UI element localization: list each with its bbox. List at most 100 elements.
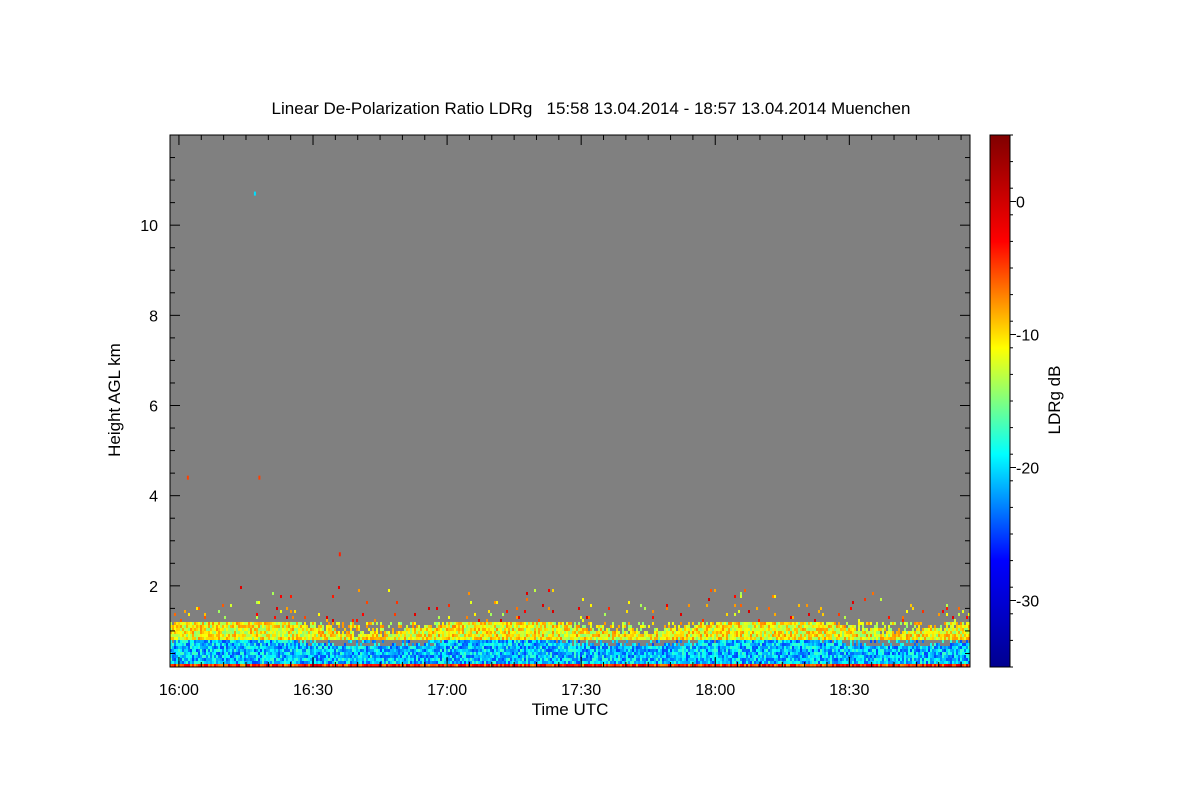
heatmap-cell [332,652,334,655]
heatmap-cell [300,622,302,625]
heatmap-cell [252,643,254,646]
heatmap-cell [736,649,738,652]
heatmap-cell [266,643,268,646]
heatmap-cell [468,625,470,628]
heatmap-cell [552,661,554,664]
heatmap-cell [824,649,826,652]
heatmap-cell [248,652,250,655]
heatmap-cell [194,622,196,625]
heatmap-cell [616,652,618,655]
heatmap-cell [238,637,240,640]
heatmap-cell [616,628,618,631]
heatmap-cell [454,628,456,631]
heatmap-cell [334,655,336,658]
heatmap-cell [608,655,610,658]
heatmap-cell [422,631,424,634]
heatmap-cell [288,646,290,649]
heatmap-cell [316,631,318,634]
heatmap-cell [800,655,802,658]
heatmap-cell [388,589,390,592]
heatmap-cell [514,646,516,649]
heatmap-cell [574,640,576,643]
heatmap-cell [266,628,268,631]
heatmap-cell [570,637,572,640]
heatmap-cell [876,652,878,655]
heatmap-cell [878,655,880,658]
heatmap-cell [868,637,870,640]
heatmap-cell [426,631,428,634]
heatmap-cell [850,661,852,664]
heatmap-cell [200,652,202,655]
heatmap-cell [750,622,752,625]
heatmap-cell [362,658,364,661]
heatmap-cell [386,634,388,637]
heatmap-cell [502,625,504,628]
heatmap-cell [356,628,358,631]
heatmap-cell [592,628,594,631]
heatmap-cell [620,661,622,664]
heatmap-cell [462,631,464,634]
heatmap-cell [224,622,226,625]
heatmap-cell [656,658,658,661]
heatmap-cell [236,634,238,637]
heatmap-cell [722,625,724,628]
heatmap-cell [796,628,798,631]
heatmap-cell [550,649,552,652]
heatmap-cell [466,658,468,661]
heatmap-cell [696,628,698,631]
heatmap-cell [874,634,876,637]
heatmap-cell [636,634,638,637]
heatmap-cell [256,631,258,634]
heatmap-cell [476,622,478,625]
heatmap-cell [532,646,534,649]
heatmap-cell [360,658,362,661]
heatmap-cell [762,631,764,634]
heatmap-cell [608,649,610,652]
heatmap-cell [208,634,210,637]
heatmap-cell [406,631,408,634]
heatmap-cell [452,649,454,652]
heatmap-cell [826,631,828,634]
heatmap-cell [688,661,690,664]
heatmap-cell [762,637,764,640]
heatmap-cell [556,628,558,631]
heatmap-cell [570,628,572,631]
heatmap-cell [502,655,504,658]
heatmap-cell [844,649,846,652]
heatmap-cell [756,625,758,628]
heatmap-cell [792,616,794,619]
heatmap-cell [668,643,670,646]
heatmap-cell [824,652,826,655]
heatmap-cell [336,655,338,658]
heatmap-cell [652,655,654,658]
heatmap-cell [760,640,762,643]
heatmap-cell [352,622,354,625]
heatmap-cell [550,655,552,658]
heatmap-cell [868,646,870,649]
heatmap-cell [796,625,798,628]
heatmap-cell [818,610,820,613]
heatmap-cell [778,649,780,652]
heatmap-cell [544,625,546,628]
heatmap-cell [196,652,198,655]
heatmap-cell [314,637,316,640]
heatmap-cell [774,628,776,631]
heatmap-cell [758,619,760,622]
heatmap-cell [818,631,820,634]
heatmap-cell [254,625,256,628]
heatmap-cell [238,652,240,655]
heatmap-cell [480,631,482,634]
heatmap-cell [438,658,440,661]
heatmap-cell [598,631,600,634]
heatmap-cell [448,658,450,661]
heatmap-cell [408,649,410,652]
heatmap-cell [688,643,690,646]
heatmap-cell [298,643,300,646]
heatmap-cell [484,628,486,631]
heatmap-cell [598,646,600,649]
heatmap-cell [586,640,588,643]
heatmap-cell [560,655,562,658]
heatmap-cell [542,637,544,640]
heatmap-cell [810,646,812,649]
heatmap-cell [256,637,258,640]
